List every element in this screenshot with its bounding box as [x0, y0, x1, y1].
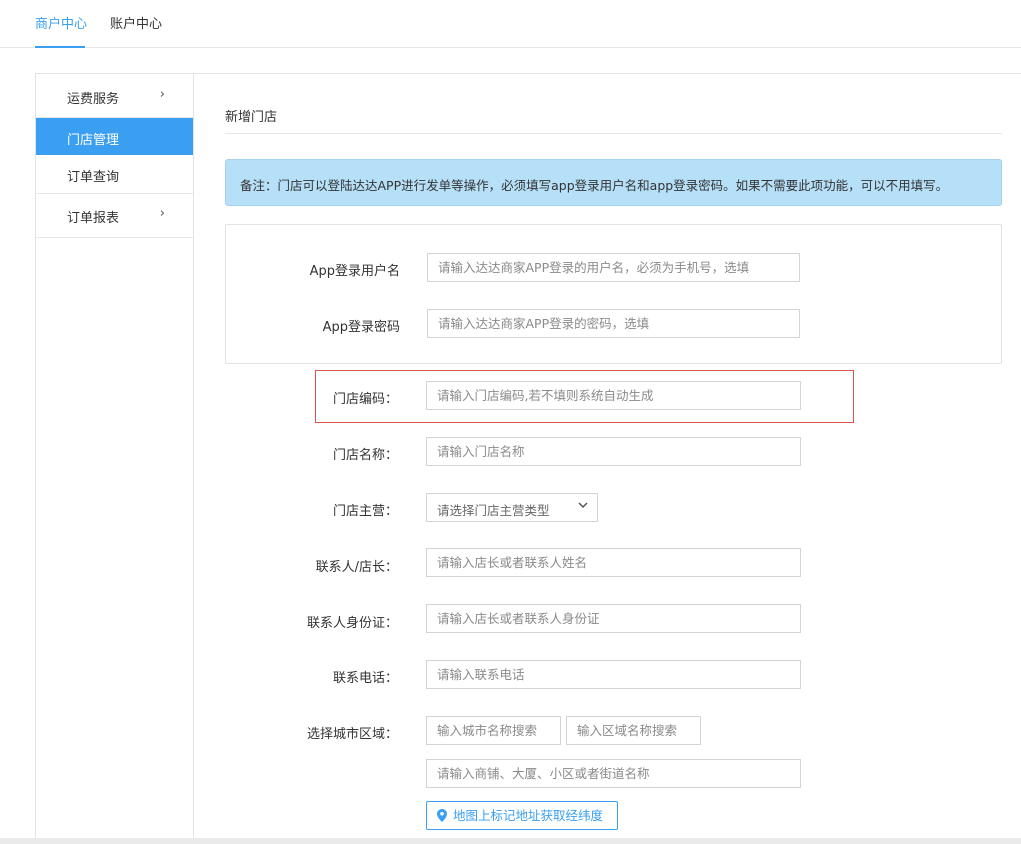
divider	[225, 133, 1002, 134]
chevron-down-icon	[578, 502, 588, 509]
map-pin-icon	[437, 809, 447, 822]
sidebar: 运费服务 › 门店管理 订单查询 订单报表 ›	[35, 73, 194, 844]
sidebar-item-label: 订单查询	[67, 170, 120, 185]
store-category-select[interactable]: 请选择门店主营类型	[426, 493, 598, 522]
city-area-label: 选择城市区域：	[306, 727, 398, 742]
page-title: 新增门店	[225, 110, 278, 125]
sidebar-item-label: 订单报表	[67, 211, 120, 226]
sidebar-item-freight-service[interactable]: 运费服务 ›	[36, 74, 193, 118]
app-password-label: App登录密码	[322, 320, 400, 335]
contact-name-label: 联系人/店长：	[315, 560, 398, 575]
area-search-input[interactable]	[566, 716, 701, 745]
active-tab-indicator	[35, 46, 85, 48]
top-nav: 商户中心 账户中心	[0, 0, 1021, 48]
city-search-input[interactable]	[426, 716, 561, 745]
store-category-label: 门店主营：	[332, 504, 398, 519]
store-category-selected: 请选择门店主营类型	[437, 503, 550, 518]
contact-phone-label: 联系电话：	[332, 671, 398, 686]
map-locate-button-label: 地图上标记地址获取经纬度	[453, 808, 604, 823]
store-name-input[interactable]	[426, 437, 801, 466]
map-locate-button[interactable]: 地图上标记地址获取经纬度	[426, 801, 618, 830]
store-code-input[interactable]	[426, 381, 801, 410]
contact-name-input[interactable]	[426, 548, 801, 577]
sidebar-item-store-management[interactable]: 门店管理	[36, 118, 193, 155]
chevron-right-icon: ›	[159, 206, 165, 221]
tab-account-center[interactable]: 账户中心	[110, 13, 162, 32]
sidebar-item-order-query[interactable]: 订单查询	[36, 155, 193, 194]
horizontal-scrollbar[interactable]	[0, 838, 1021, 844]
store-code-label: 门店编码：	[332, 392, 398, 407]
app-password-input[interactable]	[427, 309, 800, 338]
contact-phone-input[interactable]	[426, 660, 801, 689]
app-username-input[interactable]	[427, 253, 800, 282]
contact-id-input[interactable]	[426, 604, 801, 633]
chevron-right-icon: ›	[159, 87, 165, 102]
app-username-label: App登录用户名	[309, 264, 400, 279]
sidebar-item-order-report[interactable]: 订单报表 ›	[36, 194, 193, 238]
main-content: 新增门店 备注：门店可以登陆达达APP进行发单等操作，必须填写app登录用户名和…	[194, 73, 1021, 844]
contact-id-label: 联系人身份证：	[306, 616, 398, 631]
address-input[interactable]	[426, 759, 801, 788]
sidebar-item-label: 门店管理	[67, 133, 120, 148]
notice-banner: 备注：门店可以登陆达达APP进行发单等操作，必须填写app登录用户名和app登录…	[225, 159, 1002, 206]
sidebar-item-label: 运费服务	[67, 92, 120, 107]
tab-merchant-center[interactable]: 商户中心	[35, 13, 87, 32]
app-login-section	[225, 224, 1002, 364]
store-name-label: 门店名称：	[332, 448, 398, 463]
